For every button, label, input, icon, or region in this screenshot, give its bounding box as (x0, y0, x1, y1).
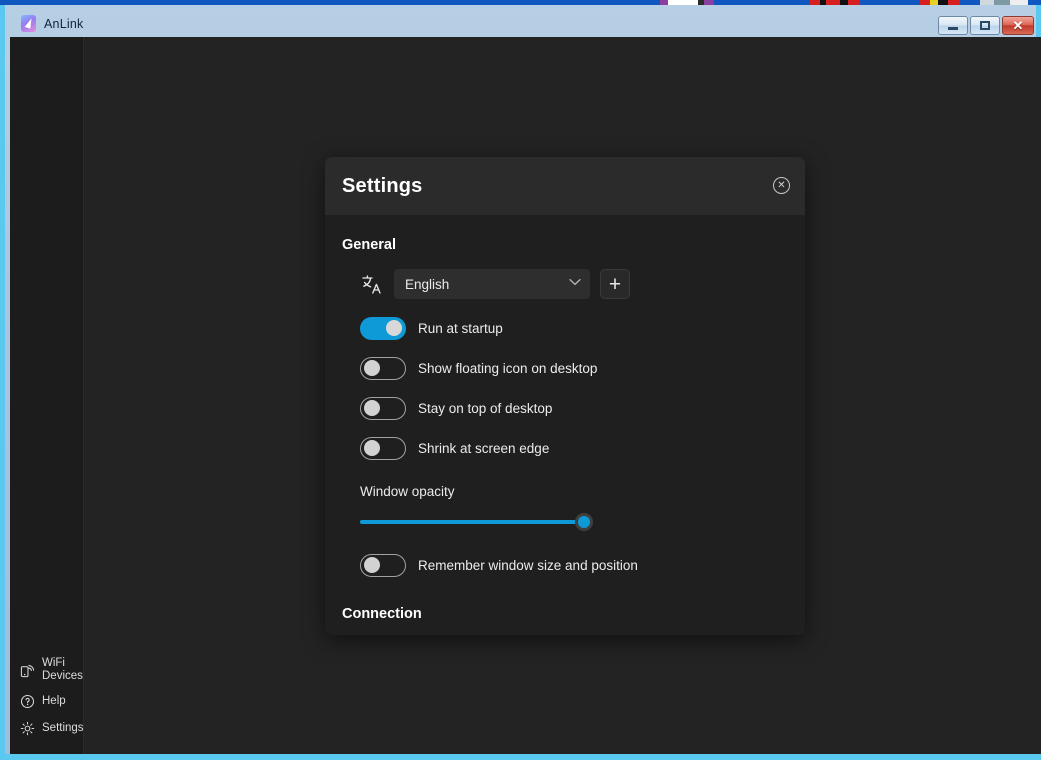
application-window: AnLink ✕ (0, 5, 1041, 760)
window-opacity-slider[interactable] (360, 513, 593, 531)
window-opacity-label: Window opacity (360, 484, 805, 499)
setting-row-run-at-startup[interactable]: Run at startup (360, 316, 805, 340)
settings-dialog-header: Settings ✕ (325, 157, 805, 215)
setting-row-show-floating-icon[interactable]: Show floating icon on desktop (360, 356, 805, 380)
plus-icon: + (609, 274, 621, 295)
sidebar: WiFi Devices Help (10, 37, 84, 754)
toggle-knob (364, 400, 380, 416)
setting-label: Shrink at screen edge (418, 441, 549, 456)
title-bar: AnLink ✕ (10, 10, 1041, 37)
sidebar-label-line2: Devices (42, 670, 83, 683)
setting-row-stay-on-top[interactable]: Stay on top of desktop (360, 396, 805, 420)
settings-dialog-content[interactable]: General English (325, 215, 805, 635)
toggle-remember-window-size-position[interactable] (360, 554, 406, 577)
chevron-down-icon (569, 278, 581, 289)
sidebar-item-help[interactable]: Help (10, 688, 84, 715)
language-row: English + (360, 269, 805, 299)
section-heading-general: General (342, 237, 805, 253)
minimize-button[interactable] (938, 16, 968, 35)
anlink-logo-icon (21, 15, 36, 32)
maximize-icon (980, 21, 990, 30)
setting-row-shrink-at-edge[interactable]: Shrink at screen edge (360, 436, 805, 460)
sidebar-item-wifi-devices[interactable]: WiFi Devices (10, 652, 84, 688)
toggle-knob (364, 360, 380, 376)
close-icon: ✕ (1013, 19, 1024, 32)
setting-label: Run at startup (418, 321, 503, 336)
toggle-shrink-at-screen-edge[interactable] (360, 437, 406, 460)
close-circle-icon: ✕ (777, 181, 785, 191)
toggle-knob (364, 440, 380, 456)
setting-label: Show floating icon on desktop (418, 361, 597, 376)
phone-wifi-icon (19, 662, 36, 679)
close-window-button[interactable]: ✕ (1002, 16, 1034, 35)
slider-thumb[interactable] (575, 513, 593, 531)
toggle-knob (386, 320, 402, 336)
section-heading-connection: Connection (342, 606, 805, 622)
close-dialog-button[interactable]: ✕ (773, 177, 790, 194)
sidebar-item-help-label: Help (42, 695, 66, 708)
language-select[interactable]: English (394, 269, 590, 299)
gear-icon (19, 720, 36, 737)
settings-dialog: Settings ✕ General Eng (325, 157, 805, 635)
app-body: WiFi Devices Help (10, 37, 1041, 754)
slider-track (360, 520, 593, 524)
toggle-run-at-startup[interactable] (360, 317, 406, 340)
setting-label: Remember window size and position (418, 558, 638, 573)
maximize-button[interactable] (970, 16, 1000, 35)
setting-row-remember-window[interactable]: Remember window size and position (360, 553, 805, 577)
setting-label: Stay on top of desktop (418, 401, 552, 416)
toggle-show-floating-icon[interactable] (360, 357, 406, 380)
minimize-icon (948, 27, 958, 30)
window-title: AnLink (44, 17, 83, 31)
language-select-value: English (405, 277, 449, 292)
sidebar-item-settings[interactable]: Settings (10, 715, 84, 742)
window-controls: ✕ (938, 16, 1034, 35)
sidebar-item-settings-label: Settings (42, 722, 84, 735)
add-language-button[interactable]: + (600, 269, 630, 299)
sidebar-bottom-group: WiFi Devices Help (10, 652, 84, 742)
toggle-stay-on-top[interactable] (360, 397, 406, 420)
sidebar-item-wifi-devices-label: WiFi Devices (42, 657, 83, 683)
question-circle-icon (19, 693, 36, 710)
translate-icon (360, 272, 384, 296)
settings-dialog-title: Settings (342, 175, 423, 198)
sidebar-label-line1: WiFi (42, 657, 83, 670)
toggle-knob (364, 557, 380, 573)
